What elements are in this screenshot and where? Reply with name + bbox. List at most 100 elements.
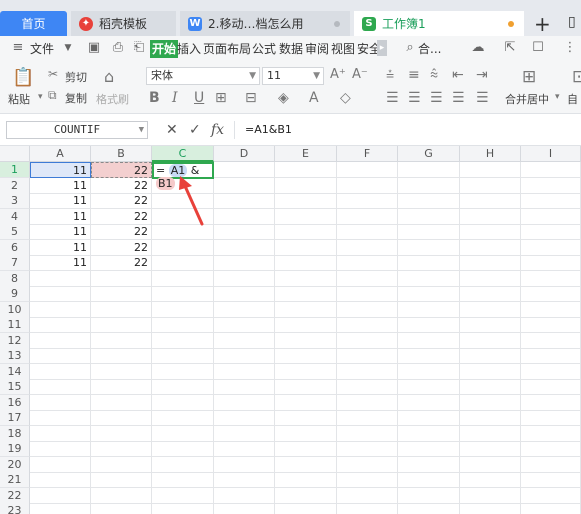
paste-dropdown-icon[interactable]: ▾ [38,92,43,102]
cell-g13[interactable] [398,348,460,364]
cell-b9[interactable] [91,286,152,302]
row-header-21[interactable]: 21 [0,472,30,488]
cell-a14[interactable] [30,363,91,380]
menu-page-layout[interactable]: 页面布局 [203,40,251,58]
row-header-22[interactable]: 22 [0,487,30,504]
menu-view[interactable]: 视图 [331,40,355,58]
formula-input[interactable]: =A1&B1 [234,121,581,139]
cell-d1[interactable] [214,162,275,178]
menu-formulas[interactable]: 公式 [252,40,276,58]
cell-d2[interactable] [214,177,275,194]
cell-d16[interactable] [214,394,275,411]
cell-e2[interactable] [275,177,337,194]
cell-f15[interactable] [337,379,398,395]
cell-a7[interactable]: 11 [30,255,91,271]
row-header-10[interactable]: 10 [0,301,30,318]
column-header-e[interactable]: E [275,146,337,162]
cell-h20[interactable] [460,456,521,473]
cell-a2[interactable]: 11 [30,177,91,194]
cell-i3[interactable] [521,193,581,209]
cell-a22[interactable] [30,487,91,504]
row-header-16[interactable]: 16 [0,394,30,411]
cell-h18[interactable] [460,425,521,442]
cell-e14[interactable] [275,363,337,380]
cell-f2[interactable] [337,177,398,194]
cell-c12[interactable] [152,332,214,349]
cell-e7[interactable] [275,255,337,271]
cell-f1[interactable] [337,162,398,178]
cell-f6[interactable] [337,239,398,256]
cell-a16[interactable] [30,394,91,411]
cell-d5[interactable] [214,224,275,240]
cell-a11[interactable] [30,317,91,333]
cell-d17[interactable] [214,410,275,426]
new-tab-button[interactable]: + [534,12,551,36]
cell-d18[interactable] [214,425,275,442]
cell-a12[interactable] [30,332,91,349]
cell-i23[interactable] [521,503,581,514]
cell-h14[interactable] [460,363,521,380]
cell-h11[interactable] [460,317,521,333]
cell-i7[interactable] [521,255,581,271]
cell-a4[interactable]: 11 [30,208,91,225]
cell-h5[interactable] [460,224,521,240]
cell-g12[interactable] [398,332,460,349]
decrease-font-icon[interactable]: A⁻ [352,67,368,82]
cell-b19[interactable] [91,441,152,457]
name-box[interactable]: COUNTIF ▼ [6,121,148,139]
cell-d12[interactable] [214,332,275,349]
border-icon[interactable]: ⊞ [215,90,227,106]
underline-icon[interactable]: U [194,90,204,106]
share-icon[interactable]: ⇱ [502,40,518,56]
cut-button[interactable]: 剪切 [65,69,87,85]
cell-d10[interactable] [214,301,275,318]
cell-h2[interactable] [460,177,521,194]
cell-e4[interactable] [275,208,337,225]
cell-i8[interactable] [521,270,581,287]
cell-a18[interactable] [30,425,91,442]
cell-c23[interactable] [152,503,214,514]
cell-c10[interactable] [152,301,214,318]
cell-c18[interactable] [152,425,214,442]
cell-h15[interactable] [460,379,521,395]
row-header-8[interactable]: 8 [0,270,30,287]
cell-b2[interactable]: 22 [91,177,152,194]
cell-a6[interactable]: 11 [30,239,91,256]
cell-c5[interactable] [152,224,214,240]
insert-function-icon[interactable]: fx [211,122,224,138]
cell-g10[interactable] [398,301,460,318]
cell-d22[interactable] [214,487,275,504]
bold-icon[interactable]: B [149,90,160,106]
cell-f4[interactable] [337,208,398,225]
cell-e17[interactable] [275,410,337,426]
cell-e19[interactable] [275,441,337,457]
cell-h23[interactable] [460,503,521,514]
cell-f13[interactable] [337,348,398,364]
cell-g9[interactable] [398,286,460,302]
cell-f5[interactable] [337,224,398,240]
row-header-5[interactable]: 5 [0,224,30,240]
cell-a15[interactable] [30,379,91,395]
cell-d8[interactable] [214,270,275,287]
cancel-icon[interactable]: ✕ [166,122,178,138]
row-header-18[interactable]: 18 [0,425,30,442]
cell-i14[interactable] [521,363,581,380]
column-header-h[interactable]: H [460,146,521,162]
cell-c14[interactable] [152,363,214,380]
menu-home[interactable]: 开始 [150,40,179,58]
row-header-20[interactable]: 20 [0,456,30,473]
increase-font-icon[interactable]: A⁺ [330,67,346,82]
cell-f8[interactable] [337,270,398,287]
cell-h9[interactable] [460,286,521,302]
cell-b16[interactable] [91,394,152,411]
paste-icon[interactable]: 📋 [12,67,34,88]
cell-d19[interactable] [214,441,275,457]
cell-c6[interactable] [152,239,214,256]
cell-a10[interactable] [30,301,91,318]
column-header-i[interactable]: I [521,146,581,162]
cell-f19[interactable] [337,441,398,457]
cell-b20[interactable] [91,456,152,473]
cell-d23[interactable] [214,503,275,514]
cell-g8[interactable] [398,270,460,287]
cell-h7[interactable] [460,255,521,271]
